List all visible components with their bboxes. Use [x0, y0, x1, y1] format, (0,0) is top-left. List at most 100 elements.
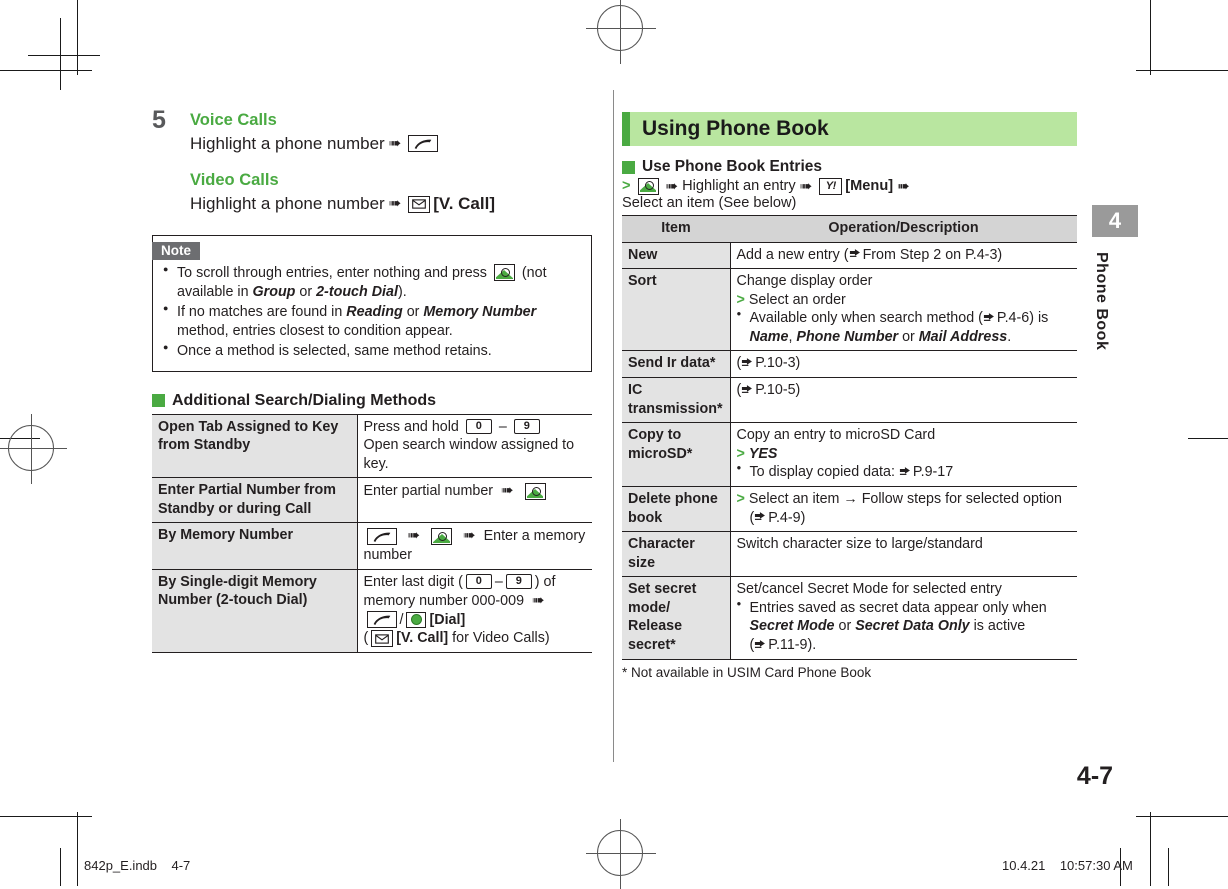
- footer-page-ref: 4-7: [171, 858, 191, 873]
- menu-key-icon: Y!: [819, 177, 843, 195]
- option-sub-step: > Select an order: [737, 291, 1072, 310]
- column-header-item: Item: [622, 215, 730, 243]
- option-text: .: [1007, 328, 1012, 345]
- option-text: Copy an entry to microSD Card: [736, 427, 936, 444]
- table-row: Open Tab Assigned to Key from Standby Pr…: [152, 413, 592, 479]
- note-title: Note: [152, 241, 200, 260]
- page-reference: P.9-17: [912, 464, 954, 481]
- option-text: ) is: [1029, 310, 1049, 327]
- option-bullet: To display copied data: P.9-17: [737, 463, 1072, 482]
- key-0-icon: 0: [465, 574, 492, 590]
- manual-page: 5 Voice Calls Highlight a phone number ➠…: [0, 0, 1228, 886]
- option-text: is active: [969, 618, 1026, 635]
- option-emphasis: Secret Mode: [749, 618, 835, 635]
- note-emphasis: 2-touch Dial: [316, 283, 398, 300]
- search-key-icon: [493, 264, 515, 282]
- method-text: Enter last digit (: [363, 573, 463, 590]
- method-description: Enter last digit (0–9) of memory number …: [357, 568, 592, 653]
- note-item: If no matches are found in Reading or Me…: [163, 303, 581, 341]
- page-number: 4-7: [1076, 762, 1114, 790]
- table-row: Enter Partial Number from Standby or dur…: [152, 477, 592, 524]
- note-text: method, entries closest to condition app…: [177, 322, 453, 339]
- footer-rule-left: [60, 848, 61, 886]
- option-text: Select an item → Follow steps for select…: [748, 490, 1062, 507]
- arrow-icon: ➠: [463, 527, 476, 545]
- section-banner: Using Phone Book: [622, 112, 1077, 146]
- dial-key-icon: [406, 611, 427, 628]
- option-name: Delete phone book: [622, 485, 731, 533]
- note-text: or: [406, 303, 420, 320]
- option-indent-line: (P.11-9).: [737, 636, 1072, 655]
- note-text: ).: [397, 283, 407, 300]
- option-name: Character size: [622, 531, 731, 578]
- option-emphasis: Mail Address: [918, 328, 1008, 345]
- left-column: 5 Voice Calls Highlight a phone number ➠…: [152, 106, 592, 653]
- option-text: Add a new entry (: [736, 246, 849, 263]
- search-key-icon: [524, 482, 546, 500]
- option-bullet: Available only when search method (P.4-6…: [737, 309, 1072, 346]
- option-text: Set/cancel Secret Mode for selected entr…: [736, 581, 1002, 598]
- reference-hand-icon: [754, 510, 767, 521]
- table-header-row: Item Operation/Description: [622, 215, 1077, 243]
- chevron-right-icon: >: [736, 490, 745, 507]
- arrow-icon: ➠: [388, 135, 402, 153]
- table-row: IC transmission* (P.10-5): [622, 377, 1077, 424]
- page-reference: P.10-3: [755, 355, 796, 372]
- table-row: Sort Change display order > Select an ord…: [622, 268, 1077, 352]
- mail-key-icon: [371, 630, 394, 648]
- column-divider: [613, 90, 614, 762]
- footer-file-info: 842p_E.indb 4-7: [84, 858, 190, 873]
- reference-hand-icon: [899, 464, 912, 476]
- arrow-icon: ➠: [665, 178, 679, 195]
- page-reference: From Step 2 on P.4-3: [862, 246, 998, 263]
- option-text: ): [795, 382, 801, 399]
- video-call-key-label: [V. Call]: [433, 193, 495, 213]
- chapter-number: 4: [1092, 205, 1138, 237]
- option-description: (P.10-3): [730, 350, 1077, 379]
- step-5-block: 5 Voice Calls Highlight a phone number ➠…: [152, 106, 592, 217]
- key-9-icon: 9: [513, 419, 540, 435]
- arrow-icon: ➠: [501, 482, 514, 500]
- note-emphasis: Group: [252, 283, 296, 300]
- or-sep: or: [898, 328, 919, 345]
- method-name: By Memory Number: [152, 522, 358, 570]
- note-list: To scroll through entries, enter nothing…: [163, 264, 581, 361]
- table-row: By Single-digit Memory Number (2-touch D…: [152, 568, 592, 653]
- green-square-icon: [152, 394, 165, 408]
- key-0-icon: 0: [465, 419, 492, 435]
- option-sub-step: > Select an item → Follow steps for selec…: [737, 490, 1072, 509]
- method-description: ➠ ➠ Enter a memory number: [357, 522, 592, 570]
- page-reference: P.4-6: [996, 310, 1030, 327]
- table-row: Set secret mode/ Release secret* Set/can…: [622, 576, 1077, 660]
- section-title: Using Phone Book: [642, 117, 829, 140]
- reference-hand-icon: [741, 355, 754, 367]
- page-reference: P.4-9: [768, 509, 801, 526]
- method-text: for Video Calls): [452, 630, 550, 647]
- option-emphasis: Phone Number: [796, 328, 899, 345]
- arrow-icon: ➠: [799, 178, 813, 195]
- option-indent-line: Secret Mode or Secret Data Only is activ…: [737, 617, 1072, 636]
- table-footnote: * Not available in USIM Card Phone Book: [622, 664, 872, 680]
- key-9-icon: 9: [505, 574, 532, 590]
- option-name: Send Ir data*: [622, 350, 731, 379]
- option-description: > Select an item → Follow steps for selec…: [730, 485, 1077, 533]
- method-line: ( [V. Call] for Video Calls): [364, 629, 587, 648]
- footer-file-name: 842p_E.indb: [84, 858, 158, 873]
- search-key-icon: [431, 528, 453, 546]
- method-line: Enter last digit (0–9) of memory number …: [363, 573, 556, 629]
- additional-methods-heading: Additional Search/Dialing Methods: [152, 392, 592, 410]
- method-description: Press and hold 0 – 9 Open search window …: [357, 413, 592, 479]
- option-description: Switch character size to large/standard: [730, 531, 1077, 578]
- chapter-title: Phone Book: [1093, 251, 1110, 351]
- note-item: Once a method is selected, same method r…: [163, 342, 581, 361]
- option-emphasis: Name: [749, 328, 789, 345]
- step-number: 5: [152, 106, 166, 134]
- option-indent-line: (P.4-9): [737, 509, 1072, 528]
- option-text: ): [795, 355, 801, 372]
- voice-calls-heading: Voice Calls: [190, 111, 277, 129]
- chevron-right-icon: >: [736, 291, 745, 308]
- table-row: New Add a new entry (From Step 2 on P.4-…: [622, 241, 1077, 270]
- option-bullet: Entries saved as secret data appear only…: [737, 599, 1072, 618]
- note-item: To scroll through entries, enter nothing…: [163, 264, 581, 302]
